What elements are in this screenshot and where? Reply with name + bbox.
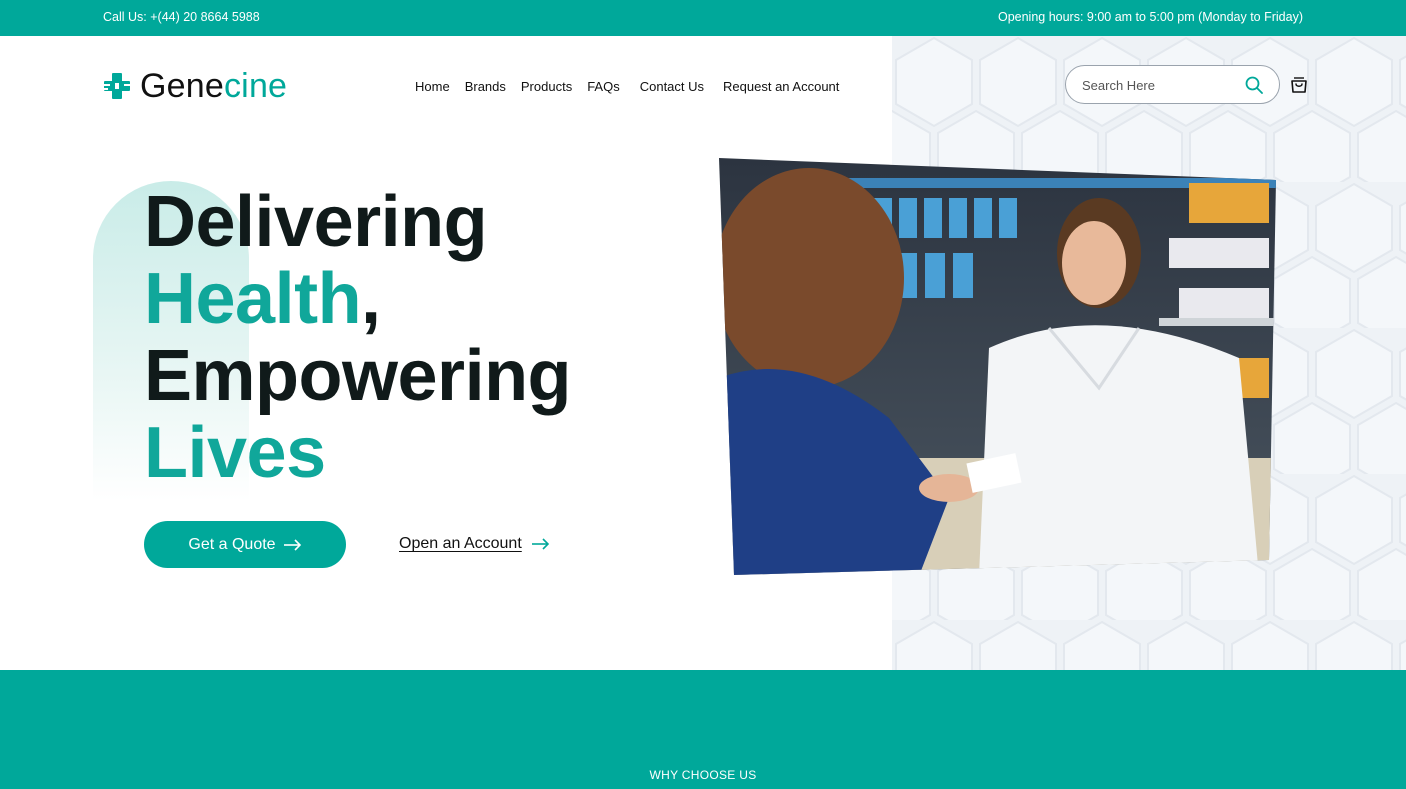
opening-hours-text: Opening hours: 9:00 am to 5:00 pm (Monda… [997, 10, 1303, 24]
main-nav: Home Brands Products FAQs Contact Us Req… [415, 79, 854, 94]
headline-line-2: Health [144, 259, 362, 339]
open-account-label: Open an Account [399, 535, 522, 552]
top-bar: Call Us: +(44) 20 8664 5988 Opening hour… [0, 0, 1406, 36]
site-logo[interactable]: Genecine [102, 68, 287, 104]
nav-faqs[interactable]: FAQs [587, 79, 620, 94]
get-a-quote-label: Get a Quote [188, 535, 276, 553]
headline-line-3: Empowering [144, 336, 572, 416]
nav-products[interactable]: Products [521, 79, 572, 94]
nav-home[interactable]: Home [415, 79, 450, 94]
arrow-right-icon [531, 538, 549, 550]
search-icon[interactable] [1245, 76, 1263, 94]
hero-headline: Delivering Health, Empowering Lives [144, 182, 572, 493]
arrow-right-icon [283, 538, 301, 551]
shopping-bag-icon[interactable] [1290, 76, 1308, 94]
nav-brands[interactable]: Brands [465, 79, 506, 94]
search-box [1065, 65, 1280, 104]
nav-contact-us[interactable]: Contact Us [640, 79, 704, 94]
why-choose-us-section: WHY CHOOSE US [0, 670, 1406, 789]
get-a-quote-button[interactable]: Get a Quote [144, 521, 346, 568]
hero-pharmacy-photo [719, 158, 1276, 575]
headline-line-4: Lives [144, 413, 326, 493]
section-eyebrow: WHY CHOOSE US [649, 768, 757, 782]
logo-wordmark: Genecine [140, 67, 288, 105]
headline-line-1: Delivering [144, 182, 488, 262]
nav-request-account[interactable]: Request an Account [723, 79, 839, 94]
medical-cross-icon [102, 73, 132, 99]
open-account-link[interactable]: Open an Account [399, 535, 550, 553]
call-us-text[interactable]: Call Us: +(44) 20 8664 5988 [103, 10, 260, 24]
search-input[interactable] [1082, 75, 1232, 95]
